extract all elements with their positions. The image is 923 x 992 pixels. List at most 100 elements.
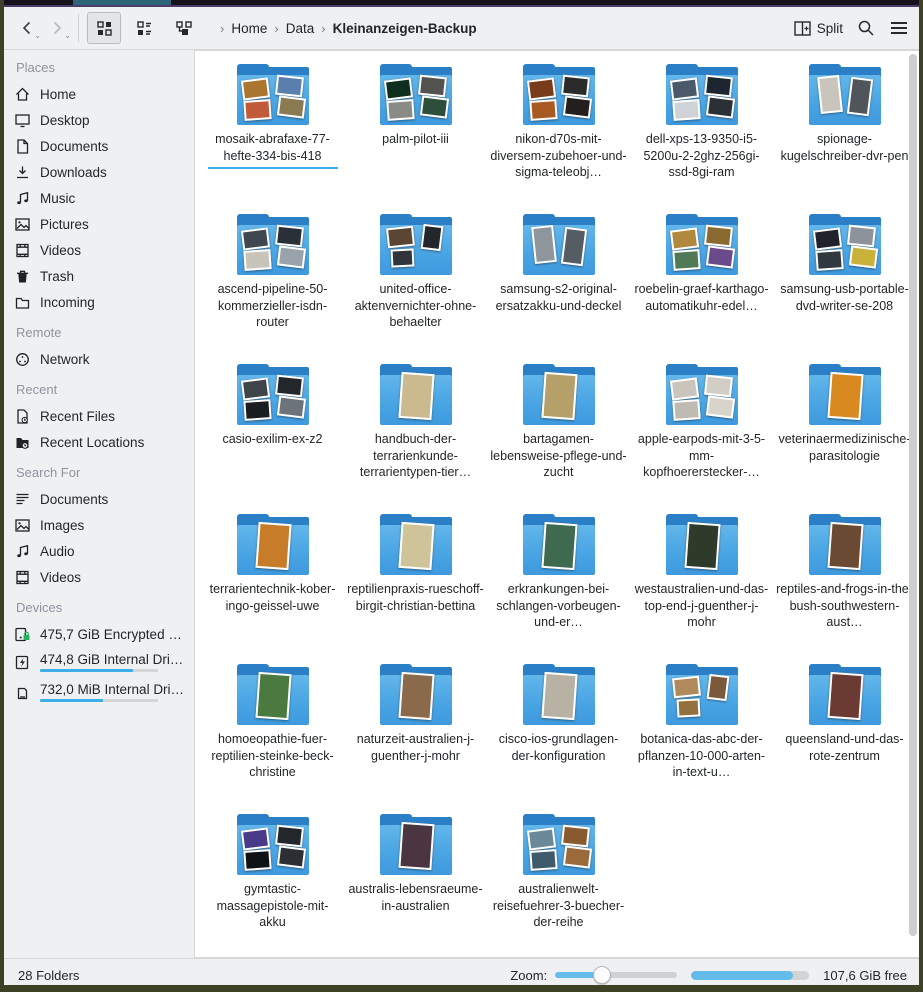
sidebar-item-474-8-gib-internal-dri[interactable]: 474,8 GiB Internal Dri… [14, 647, 194, 677]
forward-button[interactable]: ⌄ [42, 13, 72, 43]
home-icon [14, 86, 31, 103]
folder-item[interactable]: casio-exilim-ex-z2 [201, 361, 344, 511]
folder-item[interactable]: reptiles-and-frogs-in-the-bush-southwest… [773, 511, 916, 661]
sidebar-item-desktop[interactable]: Desktop [14, 107, 194, 133]
folder-item[interactable]: reptilienpraxis-rueschoff-birgit-christi… [344, 511, 487, 661]
folder-icon [377, 63, 455, 127]
sidebar-item-incoming[interactable]: Incoming [14, 289, 194, 315]
sidebar-item-732-0-mib-internal-dri[interactable]: 732,0 MiB Internal Dri… [14, 677, 194, 707]
folder-name: apple-earpods-mit-3-5-mm-kopfhoerersteck… [633, 431, 771, 481]
photo-thumbnail [526, 827, 555, 850]
sidebar-item-documents[interactable]: Documents [14, 486, 194, 512]
sidebar-item-trash[interactable]: Trash [14, 263, 194, 289]
folder-item[interactable]: nikon-d70s-mit-diversem-zubehoer-und-sig… [487, 61, 630, 211]
sidebar-item-images[interactable]: Images [14, 512, 194, 538]
icons-view-button[interactable] [87, 12, 121, 44]
photo-thumbnail [827, 372, 863, 420]
folder-item[interactable]: handbuch-der-terrarienkunde-terrarientyp… [344, 361, 487, 511]
sidebar-item-pictures[interactable]: Pictures [14, 211, 194, 237]
folder-name: samsung-s2-original-ersatzakku-und-decke… [490, 281, 628, 314]
sidebar-item-documents[interactable]: Documents [14, 133, 194, 159]
sidebar-item-label: Incoming [40, 295, 95, 310]
folder-item[interactable]: spionage-kugelschreiber-dvr-pen [773, 61, 916, 211]
folder-item[interactable]: botanica-das-abc-der-pflanzen-10-000-art… [630, 661, 773, 811]
photo-thumbnail [827, 672, 863, 720]
zoom-slider-handle[interactable] [593, 966, 611, 984]
details-view-button[interactable] [127, 12, 161, 44]
folder-icon [520, 63, 598, 127]
folder-item[interactable]: ascend-pipeline-50-kommerzieller-isdn-ro… [201, 211, 344, 361]
photo-thumbnail [541, 372, 577, 420]
folder-item[interactable]: samsung-s2-original-ersatzakku-und-decke… [487, 211, 630, 361]
folder-item[interactable]: dell-xps-13-9350-i5-5200u-2-2ghz-256gi-s… [630, 61, 773, 211]
sidebar-item-network[interactable]: Network [14, 346, 194, 372]
folder-name: westaustralien-und-das-top-end-j-guenthe… [633, 581, 771, 631]
photo-thumbnail [386, 226, 415, 249]
photo-thumbnail [704, 225, 733, 248]
forward-history-caret-icon[interactable]: ⌄ [64, 32, 71, 40]
folder-name: botanica-das-abc-der-pflanzen-10-000-art… [633, 731, 771, 781]
photo-thumbnail [276, 395, 305, 418]
scrollbar-handle[interactable] [909, 54, 917, 936]
sidebar-item-label: Recent Files [40, 409, 115, 424]
photo-thumbnail [276, 245, 305, 268]
folder-item[interactable]: veterinaermedizinische-parasitologie [773, 361, 916, 511]
photo-thumbnail [243, 99, 271, 121]
back-icon [19, 20, 35, 36]
image-icon [14, 216, 31, 233]
back-history-caret-icon[interactable]: ⌄ [34, 32, 41, 40]
folder-item[interactable]: apple-earpods-mit-3-5-mm-kopfhoerersteck… [630, 361, 773, 511]
folder-icon [234, 663, 312, 727]
search-button[interactable] [857, 19, 875, 37]
folder-name: australienwelt-reisefuehrer-3-buecher-de… [490, 881, 628, 931]
breadcrumb-item-home[interactable]: Home [231, 21, 267, 36]
photo-thumbnail [418, 75, 447, 98]
sidebar-item-recent-locations[interactable]: Recent Locations [14, 429, 194, 455]
folder-item[interactable]: mosaik-abrafaxe-77-hefte-334-bis-418 [201, 61, 344, 211]
folder-item[interactable]: naturzeit-australien-j-guenther-j-mohr [344, 661, 487, 811]
folder-item[interactable]: palm-pilot-iii [344, 61, 487, 211]
sidebar-item-music[interactable]: Music [14, 185, 194, 211]
folder-item[interactable]: gymtastic-massagepistole-mit-akku [201, 811, 344, 958]
image-icon [14, 517, 31, 534]
sidebar-item-475-7-gib-encrypted[interactable]: 475,7 GiB Encrypted … [14, 621, 194, 647]
photo-thumbnail [398, 672, 434, 720]
back-button[interactable]: ⌄ [12, 13, 42, 43]
breadcrumb-item-kleinanzeigen-backup[interactable]: Kleinanzeigen-Backup [333, 21, 477, 36]
sidebar-item-downloads[interactable]: Downloads [14, 159, 194, 185]
folder-item[interactable]: westaustralien-und-das-top-end-j-guenthe… [630, 511, 773, 661]
free-space-bar [691, 971, 809, 980]
folder-item[interactable]: roebelin-graef-karthago-automatikuhr-ede… [630, 211, 773, 361]
folder-item[interactable]: terrarientechnik-kober-ingo-geissel-uwe [201, 511, 344, 661]
folder-item[interactable]: united-office-aktenvernichter-ohne-behae… [344, 211, 487, 361]
folder-item[interactable]: australis-lebensraeume-in-australien [344, 811, 487, 958]
tree-view-button[interactable] [167, 12, 201, 44]
folder-item[interactable]: homoeopathie-fuer-reptilien-steinke-beck… [201, 661, 344, 811]
sidebar-item-home[interactable]: Home [14, 81, 194, 107]
folder-icon [806, 213, 884, 277]
sidebar-item-videos[interactable]: Videos [14, 564, 194, 590]
breadcrumb-item-data[interactable]: Data [286, 21, 315, 36]
folder-item[interactable]: australienwelt-reisefuehrer-3-buecher-de… [487, 811, 630, 958]
hamburger-menu-icon [889, 20, 909, 36]
photo-thumbnail [705, 395, 734, 418]
current-item-underline [208, 167, 338, 169]
sidebar-item-recent-files[interactable]: Recent Files [14, 403, 194, 429]
sidebar-item-videos[interactable]: Videos [14, 237, 194, 263]
vertical-scrollbar[interactable] [909, 54, 917, 954]
folder-item[interactable]: samsung-usb-portable-dvd-writer-se-208 [773, 211, 916, 361]
folder-icon [520, 513, 598, 577]
sidebar-item-label: Documents [40, 139, 108, 154]
folder-item[interactable]: cisco-ios-grundlagen-der-konfiguration [487, 661, 630, 811]
download-icon [14, 164, 31, 181]
folder-item[interactable]: bartagamen-lebensweise-pflege-und-zucht [487, 361, 630, 511]
folder-item[interactable]: queensland-und-das-rote-zentrum [773, 661, 916, 811]
split-button[interactable]: Split [794, 21, 843, 36]
photo-thumbnail [275, 225, 304, 248]
folder-icon [234, 363, 312, 427]
sidebar-section-search-for: Search For [16, 465, 194, 480]
zoom-slider[interactable] [555, 966, 677, 984]
folder-item[interactable]: erkrankungen-bei-schlangen-vorbeugen-und… [487, 511, 630, 661]
sidebar-item-audio[interactable]: Audio [14, 538, 194, 564]
hamburger-menu-button[interactable] [889, 20, 909, 36]
